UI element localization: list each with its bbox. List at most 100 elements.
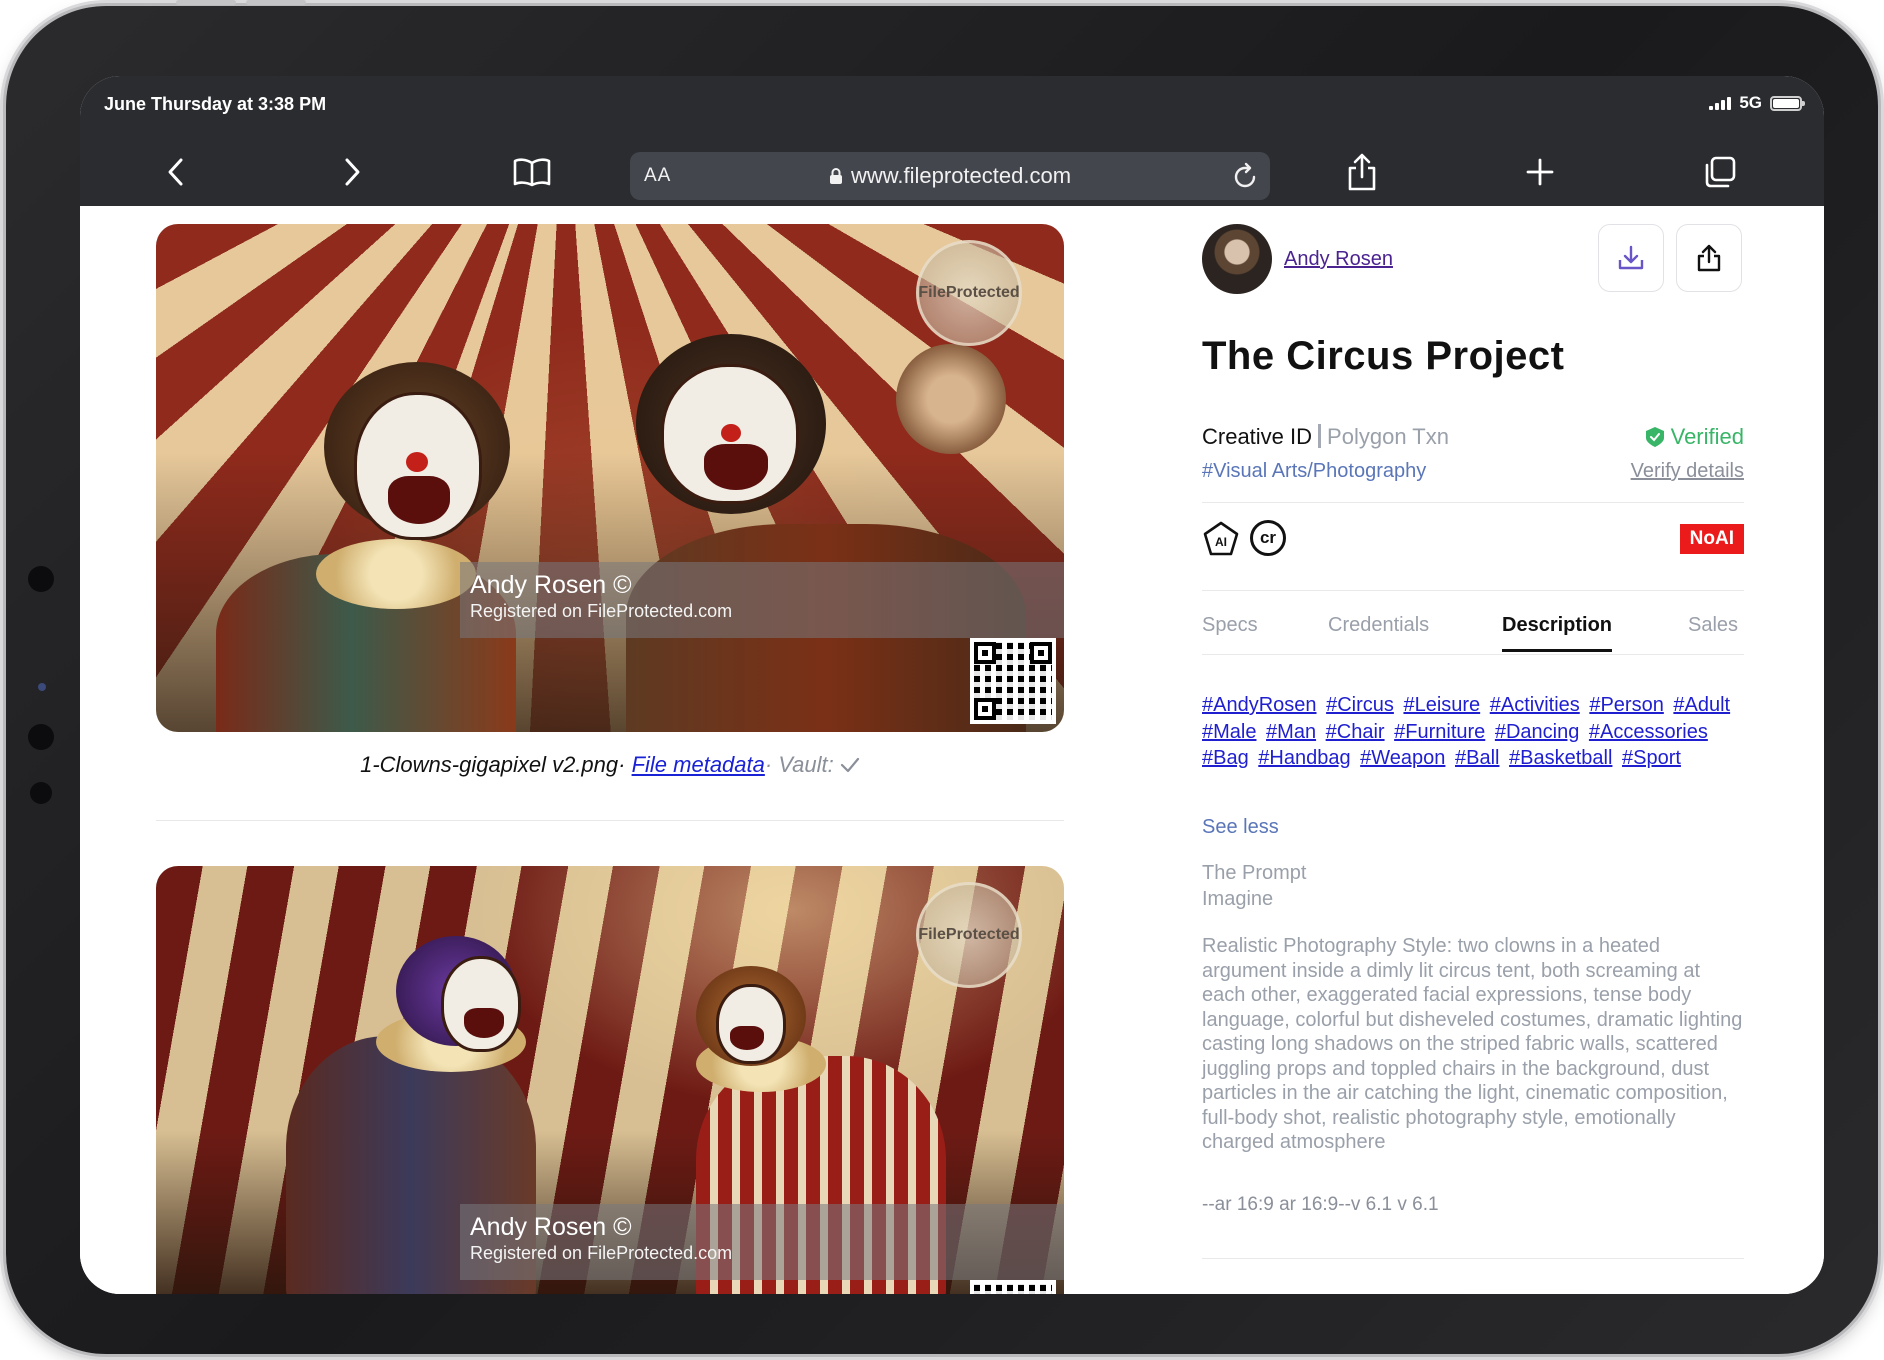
tag-link[interactable]: #Leisure — [1403, 694, 1480, 716]
ai-badge[interactable]: AI — [1202, 520, 1240, 563]
prompt-subtitle: Imagine — [1202, 888, 1274, 910]
tag-link[interactable]: #Male — [1202, 721, 1256, 743]
download-button[interactable] — [1598, 224, 1664, 292]
tag-link[interactable]: #Basketball — [1509, 747, 1612, 769]
new-tab-icon — [1526, 158, 1554, 186]
tag-link[interactable]: #Furniture — [1394, 721, 1485, 743]
verification-seal: FileProtected — [916, 240, 1022, 346]
tag-link[interactable]: #Man — [1266, 721, 1316, 743]
tag-link[interactable]: #Adult — [1673, 694, 1730, 716]
back-icon — [168, 158, 183, 186]
share-icon — [1348, 153, 1376, 191]
tag-link[interactable]: #Weapon — [1360, 747, 1445, 769]
tab-sales[interactable]: Sales — [1688, 614, 1738, 649]
url-display[interactable]: www.fileprotected.com — [630, 163, 1270, 189]
vault-label: · Vault: — [764, 752, 834, 777]
clown-left-mouth — [464, 1008, 504, 1038]
category-link[interactable]: #Visual Arts/Photography — [1202, 460, 1426, 482]
watermark-name: Andy Rosen © — [470, 1213, 632, 1241]
address-bar[interactable]: AA www.fileprotected.com — [630, 152, 1270, 200]
shield-check-icon — [1645, 427, 1664, 447]
tab-bar: Specs Credentials Description Sales — [1202, 614, 1744, 658]
divider — [156, 820, 1064, 821]
ai-pentagon-icon: AI — [1203, 521, 1239, 556]
separator — [1318, 424, 1322, 448]
status-indicators: 5G — [1709, 93, 1805, 113]
clown-right-hand — [896, 344, 1006, 454]
camera-dot — [28, 724, 54, 750]
clown-left-nose — [406, 452, 428, 472]
svg-text:AI: AI — [1215, 535, 1227, 549]
reload-button[interactable] — [1232, 162, 1258, 195]
qr-eye — [974, 698, 996, 720]
camera-dot — [28, 566, 54, 592]
page-title: The Circus Project — [1202, 334, 1565, 378]
watermark-sub: Registered on FileProtected.com — [470, 601, 733, 621]
page-content: FileProtected Andy Rosen © Registered on… — [80, 206, 1824, 1294]
tag-link[interactable]: #Dancing — [1495, 721, 1580, 743]
polygon-txn-link[interactable]: Polygon Txn — [1327, 424, 1449, 449]
file-metadata-link[interactable]: File metadata — [632, 752, 765, 777]
tab-specs[interactable]: Specs — [1202, 614, 1258, 649]
watermark-sub: Registered on FileProtected.com — [470, 1243, 733, 1263]
tag-link[interactable]: #Person — [1589, 694, 1664, 716]
verification-seal: FileProtected — [916, 882, 1022, 988]
clown-right-nose — [721, 424, 741, 442]
tag-link[interactable]: #Chair — [1326, 721, 1385, 743]
forward-button[interactable] — [330, 150, 374, 194]
tag-link[interactable]: #Ball — [1455, 747, 1499, 769]
divider — [1202, 1258, 1744, 1259]
clown-right-mouth — [730, 1026, 764, 1050]
artwork-image-2[interactable]: FileProtected Andy Rosen © Registered on… — [156, 866, 1064, 1294]
camera-dot — [30, 782, 52, 804]
qr-code[interactable] — [970, 638, 1056, 724]
tag-link[interactable]: #Circus — [1326, 694, 1394, 716]
qr-code[interactable] — [970, 1280, 1056, 1294]
share-work-button[interactable] — [1676, 224, 1742, 292]
download-icon — [1618, 245, 1644, 270]
status-time: June Thursday at 3:38 PM — [104, 94, 327, 114]
tab-description[interactable]: Description — [1502, 614, 1613, 652]
tag-link[interactable]: #Activities — [1490, 694, 1580, 716]
clown-left-ruff — [316, 539, 476, 609]
tag-list: #AndyRosen #Circus #Leisure #Activities … — [1202, 692, 1744, 772]
forward-icon — [345, 158, 360, 186]
share-button[interactable] — [1340, 150, 1384, 194]
tabs-icon — [1705, 156, 1736, 188]
creative-id-label[interactable]: Creative ID — [1202, 424, 1312, 449]
category-row: #Visual Arts/Photography Verify details — [1202, 460, 1744, 483]
avatar[interactable] — [1202, 224, 1272, 294]
bookmarks-icon — [513, 158, 551, 187]
screen: June Thursday at 3:38 PM 5G AA www.filep… — [80, 76, 1824, 1294]
prompt-heading: The Prompt Imagine — [1202, 860, 1306, 912]
tabs-button[interactable] — [1698, 150, 1742, 194]
qr-pattern — [974, 1284, 1052, 1294]
share-icon — [1697, 244, 1721, 272]
status-bar: June Thursday at 3:38 PM 5G — [80, 76, 1824, 136]
clown-right-face — [716, 984, 786, 1064]
tag-link[interactable]: #Sport — [1622, 747, 1681, 769]
tag-link[interactable]: #Accessories — [1589, 721, 1708, 743]
clown-right-mouth — [704, 444, 768, 490]
verified-label: Verified — [1670, 424, 1744, 449]
tag-link[interactable]: #Handbag — [1258, 747, 1350, 769]
tab-credentials[interactable]: Credentials — [1328, 614, 1429, 649]
verify-details-link[interactable]: Verify details — [1631, 460, 1744, 483]
author-link[interactable]: Andy Rosen — [1284, 248, 1393, 271]
back-button[interactable] — [154, 150, 198, 194]
tag-link[interactable]: #AndyRosen — [1202, 694, 1317, 716]
url-text: www.fileprotected.com — [850, 163, 1072, 188]
tag-link[interactable]: #Bag — [1202, 747, 1249, 769]
divider — [1202, 654, 1744, 655]
content-credentials-badge[interactable]: cr — [1250, 520, 1286, 556]
see-less-link[interactable]: See less — [1202, 816, 1279, 839]
new-tab-button[interactable] — [1518, 150, 1562, 194]
bookmarks-button[interactable] — [510, 150, 554, 194]
noai-badge: NoAI — [1679, 524, 1744, 554]
file-name: 1-Clowns-gigapixel v2.png· — [360, 752, 626, 777]
battery-icon — [1770, 95, 1805, 111]
clown-left-mouth — [388, 476, 450, 524]
qr-eye — [974, 642, 996, 664]
artwork-image-1[interactable]: FileProtected Andy Rosen © Registered on… — [156, 224, 1064, 732]
volume-button — [176, 0, 236, 5]
